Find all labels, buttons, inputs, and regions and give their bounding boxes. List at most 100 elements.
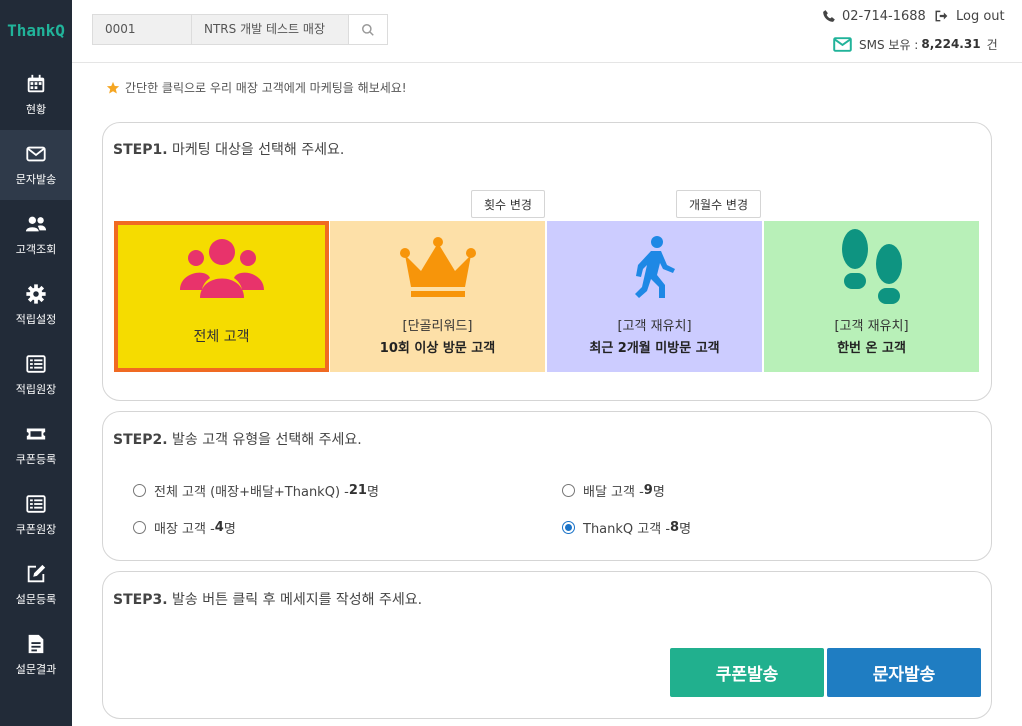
radio-count: 8 xyxy=(670,520,680,535)
radio-button[interactable] xyxy=(133,484,146,497)
step2-text: 발송 고객 유형을 선택해 주세요. xyxy=(167,432,362,448)
month-change-button[interactable]: 개월수 변경 xyxy=(676,190,761,218)
crown-icon xyxy=(399,237,476,297)
phone-text: 02-714-1688 xyxy=(842,8,926,24)
target-card-lapsed[interactable]: [고객 재유치] 최근 2개월 미방문 고객 xyxy=(547,221,762,372)
sidebar-item-label: 적립설정 xyxy=(15,313,57,326)
customer-type-delivery-radio[interactable]: 배달 고객 - 9명 xyxy=(562,481,665,500)
phone-number: 02-714-1688 xyxy=(822,6,926,26)
count-change-button[interactable]: 횟수 변경 xyxy=(471,190,545,218)
sidebar-item-survey-results[interactable]: 설문결과 xyxy=(0,620,72,690)
sidebar-item-label: 고객조회 xyxy=(15,243,57,256)
card-label: 전체 고객 xyxy=(193,329,250,345)
list-icon xyxy=(26,495,46,513)
logout-text: Log out xyxy=(956,8,1005,24)
sidebar-item-coupon-ledger[interactable]: 쿠폰원장 xyxy=(0,480,72,550)
store-selector: 0001 NTRS 개발 테스트 매장 xyxy=(92,14,388,45)
step3-text: 발송 버튼 클릭 후 메세지를 작성해 주세요. xyxy=(167,592,423,608)
send-sms-button[interactable]: 문자발송 xyxy=(827,648,981,697)
step2-title: STEP2. 발송 고객 유형을 선택해 주세요. xyxy=(113,429,362,449)
sidebar-item-survey-register[interactable]: 설문등록 xyxy=(0,550,72,620)
notice: 간단한 클릭으로 우리 매장 고객에게 마케팅을 해보세요! xyxy=(106,79,407,96)
store-search-button[interactable] xyxy=(349,15,387,44)
sidebar-item-label: 설문등록 xyxy=(15,593,57,606)
store-name-field[interactable]: NTRS 개발 테스트 매장 xyxy=(192,15,349,44)
sidebar-item-label: 쿠폰등록 xyxy=(15,453,57,466)
sidebar-item-status[interactable]: 현황 xyxy=(0,60,72,130)
document-icon xyxy=(28,634,44,654)
list-icon xyxy=(26,355,46,373)
sidebar-item-label: 쿠폰원장 xyxy=(15,523,57,536)
phone-icon xyxy=(823,10,835,22)
radio-button[interactable] xyxy=(562,484,575,497)
app-logo[interactable]: ThankQ xyxy=(0,0,72,60)
sms-balance: SMS 보유 : 8,224.31 건 xyxy=(833,34,998,54)
users-icon xyxy=(25,216,47,232)
step1-title: STEP1. 마케팅 대상을 선택해 주세요. xyxy=(113,139,344,159)
logout-link[interactable]: Log out xyxy=(934,6,1005,26)
step1-panel: STEP1. 마케팅 대상을 선택해 주세요. 횟수 변경 개월수 변경 전체 … xyxy=(102,122,992,401)
sms-count: 8,224.31 xyxy=(921,37,981,51)
radio-label: 배달 고객 - xyxy=(583,485,644,500)
header-divider xyxy=(72,62,1022,63)
radio-unit: 명 xyxy=(366,485,379,500)
search-icon xyxy=(362,23,374,36)
radio-count: 9 xyxy=(643,483,653,498)
calendar-icon xyxy=(27,74,45,93)
sidebar-item-point-settings[interactable]: 적립설정 xyxy=(0,270,72,340)
radio-label: 전체 고객 (매장+배달+ThankQ) - xyxy=(154,485,349,500)
sidebar-item-coupon-register[interactable]: 쿠폰등록 xyxy=(0,410,72,480)
footprints-icon xyxy=(841,229,902,304)
radio-unit: 명 xyxy=(223,522,236,537)
target-card-all[interactable]: 전체 고객 xyxy=(114,221,329,372)
step2-label: STEP2. xyxy=(113,432,168,448)
target-card-regulars[interactable]: [단골리워드] 10회 이상 방문 고객 xyxy=(330,221,545,372)
sidebar-item-point-ledger[interactable]: 적립원장 xyxy=(0,340,72,410)
radio-button[interactable] xyxy=(562,521,575,534)
ticket-icon xyxy=(26,428,46,440)
sidebar-item-customers[interactable]: 고객조회 xyxy=(0,200,72,270)
step3-label: STEP3. xyxy=(113,592,168,608)
edit-icon xyxy=(27,564,46,583)
radio-count: 21 xyxy=(348,483,367,498)
store-code-field[interactable]: 0001 xyxy=(93,15,192,44)
sms-label: SMS 보유 : xyxy=(859,37,919,52)
step3-title: STEP3. 발송 버튼 클릭 후 메세지를 작성해 주세요. xyxy=(113,589,422,609)
card-sublabel: 한번 온 고객 xyxy=(837,341,906,356)
step3-panel: STEP3. 발송 버튼 클릭 후 메세지를 작성해 주세요. 쿠폰발송 문자발… xyxy=(102,571,992,719)
step1-text: 마케팅 대상을 선택해 주세요. xyxy=(167,142,345,158)
envelope-icon xyxy=(833,36,852,52)
card-label: [고객 재유치] xyxy=(617,319,692,334)
sms-unit: 건 xyxy=(986,37,998,52)
radio-button[interactable] xyxy=(133,521,146,534)
sidebar-item-label: 문자발송 xyxy=(15,173,57,186)
radio-label: 매장 고객 - xyxy=(154,522,215,537)
sidebar-item-sms[interactable]: 문자발송 xyxy=(0,130,72,200)
step2-panel: STEP2. 발송 고객 유형을 선택해 주세요. 전체 고객 (매장+배달+T… xyxy=(102,411,992,561)
card-label: [고객 재유치] xyxy=(834,319,909,334)
sidebar-item-label: 적립원장 xyxy=(15,383,57,396)
card-label: [단골리워드] xyxy=(402,319,473,334)
group-icon xyxy=(179,239,264,298)
radio-count: 4 xyxy=(214,520,224,535)
logout-icon xyxy=(935,10,948,22)
step1-label: STEP1. xyxy=(113,142,168,158)
radio-unit: 명 xyxy=(679,522,692,537)
customer-type-store-radio[interactable]: 매장 고객 - 4명 xyxy=(133,518,236,537)
send-coupon-button[interactable]: 쿠폰발송 xyxy=(670,648,824,697)
target-card-one-time[interactable]: [고객 재유치] 한번 온 고객 xyxy=(764,221,979,372)
card-sublabel: 최근 2개월 미방문 고객 xyxy=(589,341,720,356)
customer-type-all-radio[interactable]: 전체 고객 (매장+배달+ThankQ) - 21 명 xyxy=(133,481,379,500)
card-sublabel: 10회 이상 방문 고객 xyxy=(379,341,496,356)
sidebar-item-label: 설문결과 xyxy=(15,663,57,676)
customer-type-thankq-radio[interactable]: ThankQ 고객 - 8명 xyxy=(562,518,691,537)
envelope-icon xyxy=(26,146,46,162)
walking-icon xyxy=(634,236,675,298)
radio-label: ThankQ 고객 - xyxy=(583,522,671,537)
star-icon xyxy=(106,81,120,94)
notice-text: 간단한 클릭으로 우리 매장 고객에게 마케팅을 해보세요! xyxy=(125,81,407,95)
sidebar: ThankQ 현황 문자발송 고객조회 적립설정 적립원장 쿠폰등록 쿠폰원장 … xyxy=(0,0,72,726)
radio-unit: 명 xyxy=(652,485,665,500)
gear-icon xyxy=(26,284,46,304)
sidebar-item-label: 현황 xyxy=(25,103,47,116)
